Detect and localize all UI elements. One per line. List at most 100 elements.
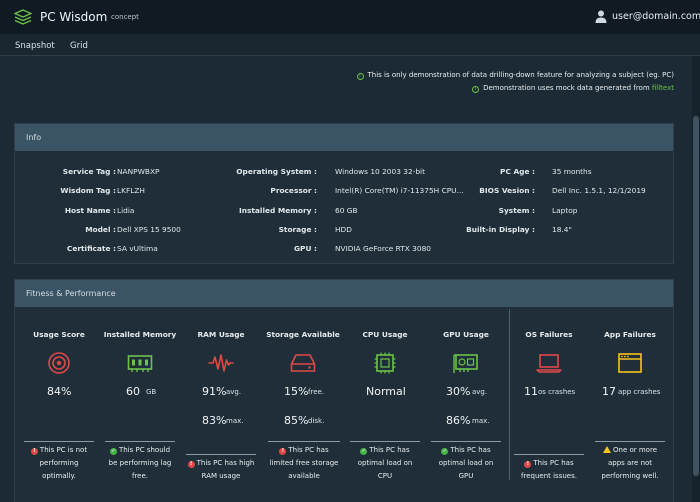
logo-icon <box>14 9 32 25</box>
error-icon: ! <box>524 461 532 468</box>
fitness-card-heading: Fitness & Performance <box>15 280 673 307</box>
status-note: ✓ This PC has optimal load on GPU <box>431 441 501 483</box>
field-label: Wisdom Tag : <box>60 186 116 195</box>
tab-snapshot[interactable]: Snapshot <box>15 41 55 51</box>
status-note: One or more apps are not performing well… <box>595 441 665 483</box>
metric-value-secondary: 86% <box>446 414 471 427</box>
metric-unit: avg. <box>472 388 488 396</box>
error-icon: ! <box>279 448 287 455</box>
app-window-icon <box>618 353 642 373</box>
info-card-heading: Info <box>15 124 673 151</box>
status-line: be performing lag <box>108 459 172 467</box>
notice-text: Demonstration uses mock data generated f… <box>483 84 652 92</box>
metric-title: Storage Available <box>266 330 340 339</box>
top-bar: PC Wisdom concept user@domain.com <box>0 0 700 34</box>
status-note: ! This PC has limited free storage availa… <box>268 441 340 483</box>
page-scrollbar[interactable] <box>692 56 700 502</box>
status-note: ✓ This PC should be performing lag free. <box>105 441 175 483</box>
status-line: available <box>288 472 320 480</box>
field-label: Processor : <box>270 186 317 195</box>
metric-ram-usage[interactable]: RAM Usage <box>181 330 261 378</box>
error-icon: ! <box>30 448 38 455</box>
status-line: optimally. <box>42 472 76 480</box>
tab-grid[interactable]: Grid <box>70 41 88 51</box>
metric-value: 30% <box>446 385 471 398</box>
field-label: Installed Memory : <box>238 206 317 215</box>
status-line: CPU <box>377 472 393 480</box>
field-label: Storage : <box>278 225 317 234</box>
field-label: System : <box>498 206 535 215</box>
status-line: This PC has <box>450 446 491 454</box>
status-line: frequent issues. <box>521 472 577 480</box>
field-value: Dell XPS 15 9500 <box>117 225 181 234</box>
metric-title: GPU Usage <box>443 330 489 339</box>
metric-os-failures[interactable]: OS Failures <box>509 330 589 378</box>
status-line: This PC has high <box>196 459 255 467</box>
status-line: optimal load on <box>357 459 413 467</box>
user-email[interactable]: user@domain.com <box>612 11 700 22</box>
tab-bar: Snapshot Grid <box>0 34 700 56</box>
field-value: SA vUltima <box>117 244 158 253</box>
metric-value: 84% <box>47 385 72 398</box>
field-value: NVIDIA GeForce RTX 3080 <box>335 244 431 253</box>
app-title[interactable]: PC Wisdom <box>40 10 107 24</box>
field-value: 18.4" <box>552 225 572 234</box>
field-label: Host Name : <box>64 206 116 215</box>
metric-usage-score[interactable]: Usage Score <box>19 330 99 378</box>
notice-demo: i This is only demonstration of data dril… <box>356 71 675 80</box>
metric-value: 60 <box>126 385 140 398</box>
info-icon: i <box>472 86 480 93</box>
status-line: One or more <box>613 446 657 454</box>
field-label: Operating System : <box>236 167 317 176</box>
memory-icon <box>127 355 153 372</box>
status-line: RAM usage <box>201 472 241 480</box>
app-subtitle: concept <box>111 13 139 21</box>
status-note: ✓ This PC has optimal load on CPU <box>350 441 420 483</box>
status-line: free. <box>131 472 149 480</box>
status-line: performing <box>39 459 79 467</box>
fitness-card: Fitness & Performance Usage Score 84% In… <box>14 279 674 502</box>
metric-unit-secondary: max. <box>226 417 244 425</box>
status-line: This PC has <box>369 446 410 454</box>
metric-title: Usage Score <box>33 330 85 339</box>
metric-title: App Failures <box>604 330 656 339</box>
metric-value: 15% <box>284 385 309 398</box>
check-icon: ✓ <box>360 448 368 455</box>
metric-storage-available[interactable]: Storage Available <box>263 330 343 378</box>
status-line: This PC has <box>288 446 329 454</box>
user-icon[interactable] <box>595 10 607 23</box>
metric-value: Normal <box>366 385 406 398</box>
filltext-link[interactable]: filltext <box>652 84 674 92</box>
field-value: 35 months <box>552 167 592 176</box>
hdd-icon <box>290 354 316 372</box>
notice-mock-data: i Demonstration uses mock data generated … <box>472 84 674 93</box>
status-line: This PC has <box>533 459 574 467</box>
metric-value: 11 <box>524 385 538 398</box>
error-icon: ! <box>187 461 195 468</box>
laptop-icon <box>536 354 562 373</box>
notice-text: This is only demonstration of data drill… <box>367 71 675 79</box>
metric-app-failures[interactable]: App Failures <box>590 330 670 378</box>
warning-icon <box>603 446 611 453</box>
scrollbar-thumb[interactable] <box>693 116 699 476</box>
status-line: GPU <box>458 472 474 480</box>
metric-title: Installed Memory <box>103 330 177 339</box>
field-value: LKFLZH <box>117 186 145 195</box>
metric-unit: app crashes <box>618 388 661 396</box>
metric-title: CPU Usage <box>362 330 408 339</box>
field-label: Built-in Display : <box>466 225 535 234</box>
check-icon: ✓ <box>109 448 117 455</box>
gpu-icon <box>453 354 478 373</box>
status-note: ! This PC has high RAM usage <box>186 454 256 483</box>
check-icon: ✓ <box>441 448 449 455</box>
metric-gpu-usage[interactable]: GPU Usage <box>426 330 506 378</box>
field-label: PC Age : <box>500 167 535 176</box>
metric-unit: GB <box>146 388 157 396</box>
metric-cpu-usage[interactable]: CPU Usage <box>345 330 425 378</box>
metric-installed-memory[interactable]: Installed Memory <box>100 330 180 378</box>
status-line: This PC is not <box>39 446 88 454</box>
field-value: HDD <box>335 225 352 234</box>
field-value: Dell Inc. 1.5.1, 12/1/2019 <box>552 186 646 195</box>
field-value: Laptop <box>552 206 578 215</box>
status-line: performing well. <box>601 472 659 480</box>
